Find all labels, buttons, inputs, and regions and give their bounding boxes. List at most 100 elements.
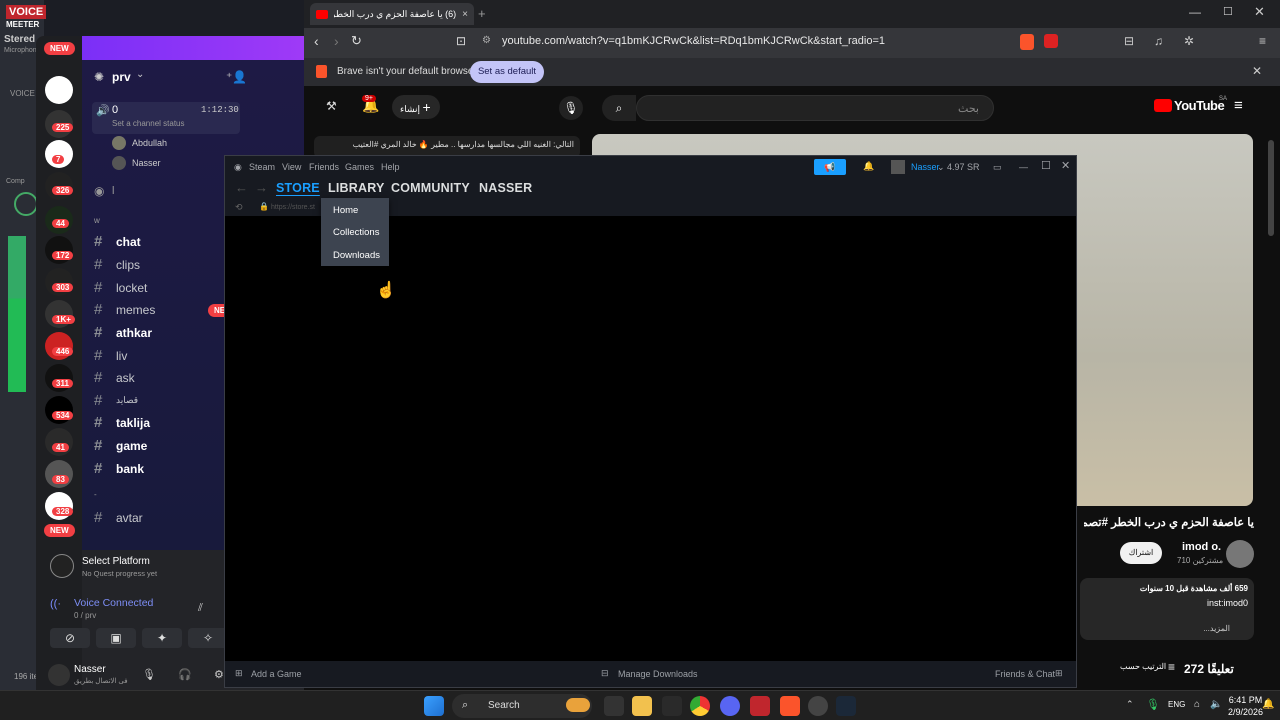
steam-icon[interactable] <box>836 696 856 716</box>
url-text[interactable]: youtube.com/watch?v=q1bmKJCRwCk&list=RDq… <box>502 35 885 47</box>
steam-url[interactable]: https://store.st <box>271 204 315 211</box>
file-explorer-icon[interactable] <box>632 696 652 716</box>
brave-rewards-icon[interactable] <box>1044 34 1058 48</box>
channel-item[interactable]: # locket <box>94 279 147 296</box>
hamburger-menu-icon[interactable]: ≡ <box>1234 97 1243 114</box>
sort-label[interactable]: الترتيب حسب <box>1120 662 1166 671</box>
channel-avatar[interactable] <box>1226 540 1254 568</box>
task-view-icon[interactable] <box>604 696 624 716</box>
category-label[interactable]: - <box>94 490 97 499</box>
channel-item[interactable]: # clips <box>94 256 140 273</box>
sidebar-icon[interactable]: ⊟ <box>1124 34 1134 48</box>
notifications-bell-icon[interactable]: 🔔 <box>863 161 874 172</box>
brave-shields-icon[interactable] <box>1020 34 1034 50</box>
youtube-logo-icon[interactable] <box>1154 99 1172 112</box>
channel-item[interactable]: # chat <box>94 233 141 250</box>
back-arrow-icon[interactable]: ← <box>50 36 64 38</box>
close-window-icon[interactable]: ✕ <box>1061 159 1070 172</box>
library-menu-downloads[interactable]: Downloads <box>333 250 380 261</box>
menu-icon[interactable]: ≡ <box>1259 34 1266 48</box>
menu-view[interactable]: View <box>282 162 301 172</box>
nav-store[interactable]: STORE <box>276 181 320 195</box>
steam-username[interactable]: Nasser <box>911 162 940 172</box>
headphones-icon[interactable]: 🎧 <box>178 668 192 681</box>
set-default-button[interactable]: Set as default <box>470 61 544 83</box>
notification-bell-icon[interactable]: 🔔 <box>1262 699 1274 710</box>
search-icon[interactable]: ⌕ <box>602 95 636 121</box>
minimize-icon[interactable]: — <box>1189 5 1201 19</box>
library-menu-collections[interactable]: Collections <box>333 227 379 238</box>
menu-friends[interactable]: Friends <box>309 162 339 172</box>
reload-icon[interactable]: ⟲ <box>235 202 243 213</box>
avatar[interactable] <box>48 664 70 686</box>
channel-item[interactable]: # taklija <box>94 414 150 431</box>
channel-item[interactable]: # bank <box>94 460 144 477</box>
channel-item[interactable]: # ask <box>94 369 135 386</box>
chevron-down-icon[interactable]: ⌄ <box>136 69 144 80</box>
screenshare-button[interactable]: ▣ <box>96 628 136 648</box>
library-menu-home[interactable]: Home <box>333 205 358 216</box>
back-icon[interactable]: ← <box>235 180 248 195</box>
channel-item[interactable]: # avtar <box>94 509 143 526</box>
friends-chat-button[interactable]: Friends & Chat <box>995 669 1055 679</box>
chrome-icon[interactable] <box>690 696 710 716</box>
channel-item[interactable]: # liv <box>94 347 127 364</box>
widget-icon[interactable] <box>566 698 590 712</box>
reload-icon[interactable]: ↻ <box>351 33 362 49</box>
browser-tab[interactable]: (6) يا عاصفة الحزم ي درب الخطر # × <box>310 3 474 25</box>
gear-icon[interactable]: ⚙ <box>214 668 224 681</box>
maximize-icon[interactable]: ☐ <box>1041 159 1051 172</box>
youtube-logo[interactable]: YouTube <box>1174 98 1225 113</box>
stage-channel[interactable]: l <box>112 185 114 197</box>
tools-icon[interactable]: ⚒ <box>326 99 337 113</box>
mic-tray-icon[interactable]: 🎙 <box>1146 698 1160 711</box>
channel-status[interactable]: Set a channel status <box>112 119 185 128</box>
create-button[interactable]: إنشاء + <box>392 95 440 119</box>
scrollbar[interactable] <box>1268 140 1274 236</box>
discord-icon[interactable] <box>720 696 740 716</box>
nav-library[interactable]: LIBRARY <box>328 181 385 195</box>
channel-item[interactable]: # memes <box>94 301 155 318</box>
add-game-button[interactable]: Add a Game <box>251 669 302 679</box>
windows-start-icon[interactable] <box>424 696 444 716</box>
server-icon[interactable] <box>45 76 73 104</box>
chevron-down-icon[interactable]: ⌄ <box>937 162 945 173</box>
search-input[interactable]: بحث <box>636 95 994 121</box>
activities-button[interactable]: ✦ <box>142 628 182 648</box>
vm-comp-knob[interactable] <box>14 192 38 216</box>
nav-community[interactable]: COMMUNITY <box>391 181 470 195</box>
plus-icon[interactable]: ⊞ <box>235 668 243 679</box>
channel-item[interactable]: # game <box>94 437 147 454</box>
close-window-icon[interactable]: ✕ <box>1254 4 1265 20</box>
forward-icon[interactable]: › <box>334 33 339 49</box>
voice-connected-label[interactable]: Voice Connected <box>74 597 153 609</box>
close-infobar-icon[interactable]: ✕ <box>1252 64 1262 78</box>
big-picture-icon[interactable]: ▭ <box>993 162 1002 173</box>
volume-icon[interactable]: 🔈 <box>1210 699 1222 710</box>
username[interactable]: Nasser <box>74 664 106 675</box>
channel-name[interactable]: imod o. <box>1182 541 1221 553</box>
forward-icon[interactable]: → <box>255 180 268 195</box>
menu-games[interactable]: Games <box>345 162 374 172</box>
soundboard-button[interactable]: ✧ <box>188 628 228 648</box>
chat-icon[interactable]: ⊞ <box>1055 668 1063 679</box>
mic-app-icon[interactable] <box>662 696 682 716</box>
voice-member[interactable]: Nasser <box>132 158 161 168</box>
channel-item[interactable]: # قصايد <box>94 392 138 409</box>
brave-icon[interactable] <box>780 696 800 716</box>
quest-title[interactable]: Select Platform <box>82 556 150 567</box>
category-label[interactable]: w <box>94 216 100 225</box>
server-name[interactable]: prv <box>112 70 131 84</box>
maximize-icon[interactable]: ☐ <box>1223 5 1233 18</box>
more-link[interactable]: ...المزيد <box>1088 624 1230 633</box>
language-indicator[interactable]: ENG <box>1168 700 1185 709</box>
menu-steam[interactable]: Steam <box>249 162 275 172</box>
channel-item[interactable]: # athkar <box>94 324 152 341</box>
voicemeeter-icon[interactable] <box>750 696 770 716</box>
noise-suppression-icon[interactable]: ⫽ <box>198 602 203 615</box>
menu-help[interactable]: Help <box>381 162 400 172</box>
nav-profile[interactable]: NASSER <box>479 181 532 195</box>
close-tab-icon[interactable]: × <box>462 9 468 20</box>
minimize-icon[interactable]: — <box>1019 162 1028 172</box>
mic-icon[interactable]: 🎙 <box>142 668 156 681</box>
